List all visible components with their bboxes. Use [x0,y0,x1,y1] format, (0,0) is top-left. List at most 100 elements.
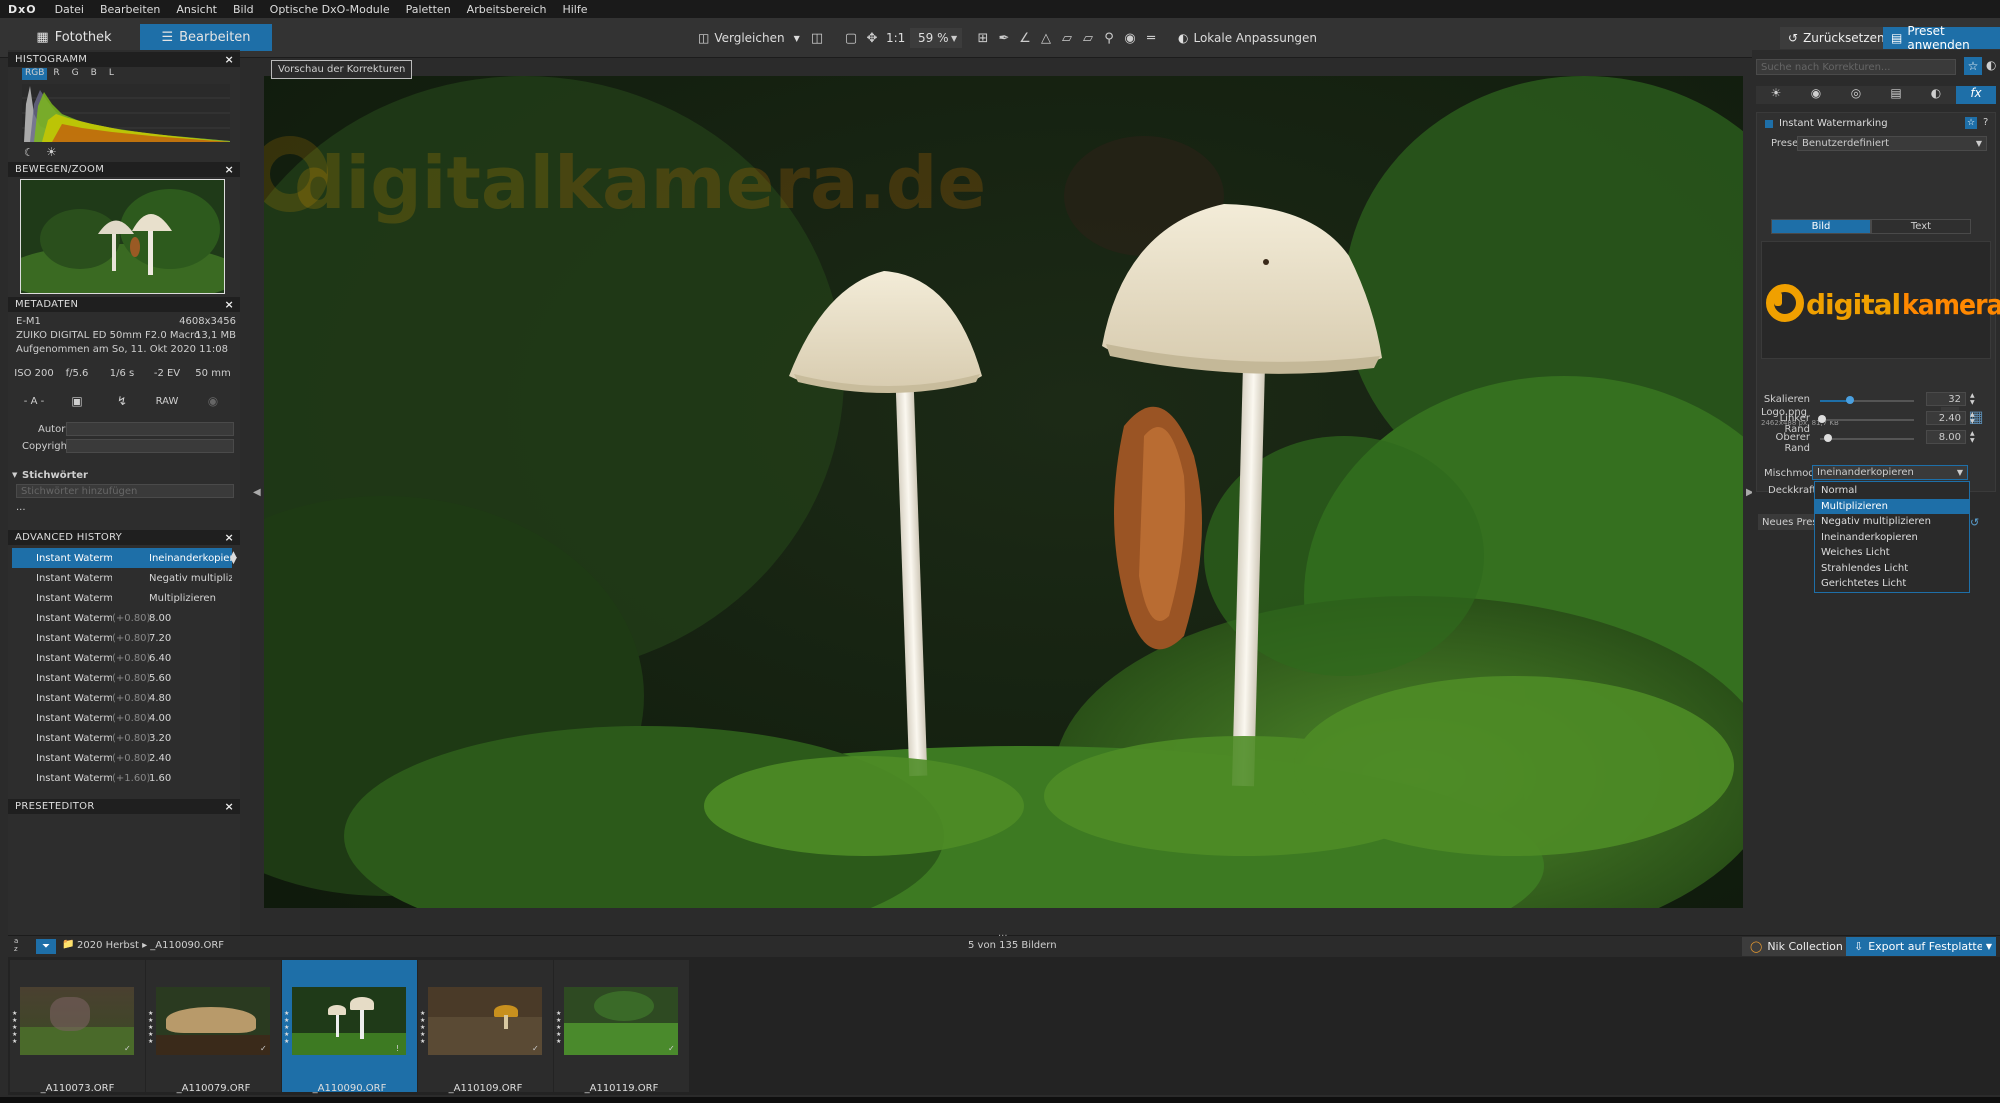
channel-b[interactable]: B [85,68,103,80]
rating-stars[interactable]: ★ ★ ★ ★ ★ [12,1010,17,1045]
moon-icon[interactable]: ☾ [24,146,34,159]
keywords-input[interactable]: Stichwörter hinzufügen [16,484,234,498]
close-icon[interactable]: × [224,800,234,813]
thumbnail-selected[interactable]: ★ ★ ★ ★ ★ ! _A110090.ORF [282,960,417,1094]
keywords-more[interactable]: ... [16,502,26,513]
menu-view[interactable]: Ansicht [168,3,225,16]
menu-workspace[interactable]: Arbeitsbereich [459,3,555,16]
detail-tab-icon[interactable]: ◎ [1836,86,1876,104]
move-icon[interactable]: ✥ [863,29,881,47]
stepper-icon[interactable]: ▲ ▼ [1970,430,1975,444]
red-eye-icon[interactable]: ◉ [1121,29,1139,47]
menu-palettes[interactable]: Paletten [398,3,459,16]
menu-edit[interactable]: Bearbeiten [92,3,168,16]
tab-edit[interactable]: ☰ Bearbeiten [140,24,272,51]
tab-library[interactable]: ▦ Fotothek [8,24,140,51]
new-preset-button[interactable]: Neues Prese [1758,514,1818,530]
favorites-icon[interactable]: ☆ [1964,57,1982,75]
blend-option[interactable]: Negativ multiplizieren [1815,514,1969,530]
slider-value[interactable]: 2.40 [1926,411,1966,425]
stepper-icon[interactable]: ▲ ▼ [1970,411,1975,425]
history-row[interactable]: Instant Watermarking - Obe...(+0.80)4.00 [12,708,232,728]
history-row[interactable]: Instant Watermarkin...Negativ multiplizi… [12,568,232,588]
menu-optics[interactable]: Optische DxO-Module [262,3,398,16]
rating-stars[interactable]: ★ ★ ★ ★ ★ [420,1010,425,1045]
help-icon[interactable]: ? [1983,117,1988,128]
history-row[interactable]: Instant Watermarking - Obe...(+0.80)3.20 [12,728,232,748]
chevron-down-icon[interactable]: ▼ [12,471,17,479]
slider-knob[interactable] [1817,415,1826,423]
compare-button[interactable]: ◫ Vergleichen ▼ [698,28,800,48]
sort-button[interactable]: a z [14,937,18,953]
blend-option[interactable]: Multiplizieren [1815,498,1969,514]
sun-icon[interactable]: ☀ [46,145,57,159]
perspective-rect-icon[interactable]: ▱ [1058,29,1076,47]
reset-module-icon[interactable]: ↺ [1970,516,1979,529]
author-field[interactable] [66,422,234,436]
filter-icon[interactable]: ⏷ [36,939,56,954]
reset-button[interactable]: ↺ Zurücksetzen [1780,27,1893,49]
export-button[interactable]: ⇩ Export auf Festplatte [1846,937,1992,956]
rating-stars[interactable]: ★ ★ ★ ★ ★ [284,1010,289,1045]
color-tab-icon[interactable]: ◉ [1796,86,1836,104]
close-icon[interactable]: × [224,163,234,176]
fx-tab-icon[interactable]: fx [1956,86,1996,104]
history-row[interactable]: Instant Watermarking - Obe...(+0.80)4.80 [12,688,232,708]
horizon-level-icon[interactable]: ═ [1142,29,1160,47]
history-row[interactable]: Instant Watermarking - Obe...(+0.80)6.40 [12,648,232,668]
search-input[interactable]: Suche nach Korrekturen... [1756,59,1956,75]
visibility-icon[interactable]: ◐ [1986,58,1996,72]
perspective-8-icon[interactable]: ▱ [1079,29,1097,47]
rating-stars[interactable]: ★ ★ ★ ★ ★ [148,1010,153,1045]
stepper-icon[interactable]: ▲ ▼ [1970,392,1975,406]
tab-text[interactable]: Text [1871,219,1971,234]
menu-help[interactable]: Hilfe [554,3,595,16]
blend-option[interactable]: Weiches Licht [1815,545,1969,561]
geometry-tab-icon[interactable]: ▤ [1876,86,1916,104]
channel-r[interactable]: R [47,68,65,80]
copyright-field[interactable] [66,439,234,453]
history-row[interactable]: Instant Watermarking - Obe...(+0.80)5.60 [12,668,232,688]
blend-mode-select[interactable]: Ineinanderkopieren ▼ [1812,465,1968,480]
light-tab-icon[interactable]: ☀ [1756,86,1796,104]
module-enable-checkbox[interactable] [1765,120,1773,128]
resize-handle[interactable]: ... [998,928,1008,939]
nik-collection-button[interactable]: ◯ Nik Collection [1742,937,1851,956]
channel-g[interactable]: G [66,68,85,80]
tab-image[interactable]: Bild [1771,219,1871,234]
split-view-icon[interactable]: ◫ [808,29,826,47]
fit-icon[interactable]: ▢ [842,29,860,47]
blend-option[interactable]: Normal [1815,483,1969,499]
menu-image[interactable]: Bild [225,3,262,16]
perspective-icon[interactable]: △ [1037,29,1055,47]
history-row[interactable]: Instant Watermarking - Obe...(+0.80)2.40 [12,748,232,768]
close-icon[interactable]: × [224,531,234,544]
history-row[interactable]: Instant Watermarkin...Ineinanderkopieren [12,548,232,568]
horizon-icon[interactable]: ∠ [1016,29,1034,47]
breadcrumb[interactable]: 2020 Herbst ▸ _A110090.ORF [77,940,224,951]
apply-preset-button[interactable]: ▤ Preset anwenden [1883,24,2000,52]
thumbnail[interactable]: ★ ★ ★ ★ ★ ✓ _A110079.ORF [146,960,281,1094]
thumbnail[interactable]: ★ ★ ★ ★ ★ ✓ _A110109.ORF [418,960,553,1094]
history-row[interactable]: Instant Watermarking - Obe...(+0.80)7.20 [12,628,232,648]
chevron-down-icon[interactable]: ▼ [1982,937,1996,956]
module-favorite-icon[interactable]: ☆ [1965,117,1977,129]
repair-icon[interactable]: ⚲ [1100,29,1118,47]
history-row[interactable]: Instant Watermarking - Obe...(+1.60)1.60 [12,768,232,788]
thumbnail[interactable]: ★ ★ ★ ★ ★ ✓ _A110073.ORF [10,960,145,1094]
history-scrollbar[interactable]: ▲ ▼ [230,551,238,570]
preview-label[interactable]: Vorschau der Korrekturen [271,60,413,79]
local-adjust-button[interactable]: ◐ Lokale Anpassungen [1178,28,1317,48]
collapse-left-icon[interactable]: ◀ [253,487,261,498]
rating-stars[interactable]: ★ ★ ★ ★ ★ [556,1010,561,1045]
thumbnail[interactable]: ★ ★ ★ ★ ★ ✓ _A110119.ORF [554,960,689,1094]
slider-knob[interactable] [1823,434,1832,442]
eyedropper-icon[interactable]: ✒ [995,29,1013,47]
slider-value[interactable]: 32 [1926,392,1966,406]
slider-knob[interactable] [1846,396,1855,404]
preset-select[interactable]: Benutzerdefiniert ▼ [1797,136,1987,151]
slider-track[interactable] [1820,419,1914,421]
blend-option[interactable]: Ineinanderkopieren [1815,530,1969,546]
history-row[interactable]: Instant Watermarking - Obe...(+0.80)8.00 [12,608,232,628]
channel-l[interactable]: L [103,68,120,80]
